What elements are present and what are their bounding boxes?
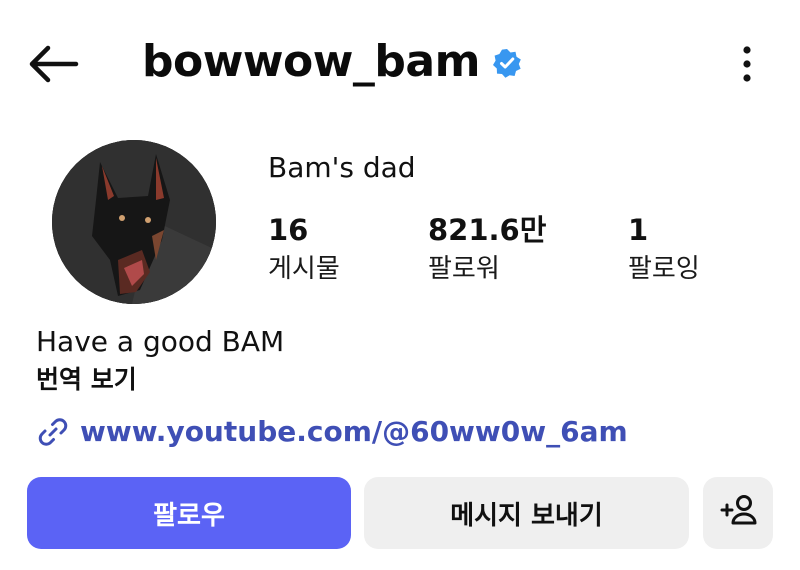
stat-followers-label: 팔로워 <box>428 254 500 284</box>
follow-button[interactable]: 팔로우 <box>27 477 351 549</box>
back-arrow-icon[interactable] <box>26 42 82 86</box>
stat-followers-count: 821.6만 <box>428 213 547 247</box>
stat-following[interactable]: 1 팔로잉 <box>628 212 700 286</box>
add-user-icon <box>718 492 758 535</box>
display-name: Bam's dad <box>268 151 416 184</box>
avatar[interactable] <box>52 140 216 304</box>
stat-following-label: 팔로잉 <box>628 254 700 284</box>
profile-link[interactable]: www.youtube.com/@60ww0w_6am <box>36 414 628 450</box>
bio-text: Have a good BAM <box>36 325 285 358</box>
message-button[interactable]: 메시지 보내기 <box>364 477 689 549</box>
verified-badge-icon <box>492 48 522 78</box>
stat-following-count: 1 <box>628 213 649 247</box>
profile-username: bowwow_bam <box>142 36 480 87</box>
stat-posts-label: 게시물 <box>268 254 340 284</box>
stat-followers[interactable]: 821.6만 팔로워 <box>428 212 546 286</box>
translate-link[interactable]: 번역 보기 <box>36 362 137 398</box>
more-options-icon[interactable] <box>736 42 758 86</box>
link-icon <box>36 415 70 449</box>
profile-link-text[interactable]: www.youtube.com/@60ww0w_6am <box>80 414 628 450</box>
add-user-button[interactable] <box>703 477 773 549</box>
stat-posts-count: 16 <box>268 213 309 247</box>
stat-posts[interactable]: 16 게시물 <box>268 212 340 286</box>
